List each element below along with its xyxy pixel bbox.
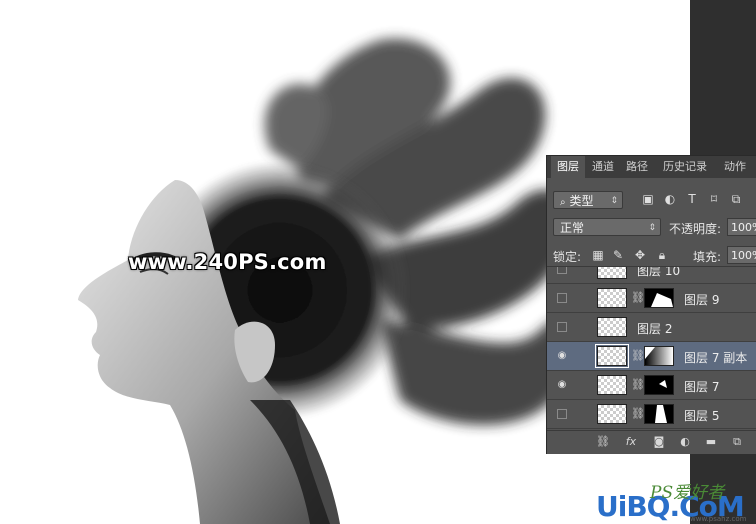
smart-object-filter-icon[interactable]: ⧉ [729, 192, 743, 206]
tab-paths[interactable]: 路径 [621, 156, 653, 178]
tab-actions[interactable]: 动作 [717, 156, 753, 178]
layer-thumbnail [597, 317, 627, 337]
blend-mode-dropdown[interactable]: 正常 ⇕ [553, 218, 661, 236]
fill-label: 填充: [693, 250, 722, 264]
mask-shape [645, 347, 673, 365]
fill-input[interactable]: 100% [727, 246, 756, 264]
opacity-label: 不透明度: [669, 222, 722, 236]
visibility-toggle[interactable] [557, 293, 567, 303]
layer-row[interactable]: 图层 2 [547, 313, 756, 342]
site-logo: UiBQ.CoM PS爱好者 www.psahz.com [590, 478, 756, 524]
add-mask-icon[interactable]: ◙ [651, 435, 667, 449]
layer-thumbnail [597, 288, 627, 308]
layers-list: 图层 10 ⛓︎ 图层 9 图层 2 ◉ ⛓︎ 图层 7 副本 ◉ ⛓︎ 图层 … [547, 266, 756, 431]
layer-thumbnail [597, 404, 627, 424]
blend-mode-value: 正常 [560, 221, 585, 235]
lock-label: 锁定: [553, 250, 582, 264]
adjustment-layer-icon[interactable]: ◐ [677, 435, 693, 449]
chain-link-icon[interactable]: ⛓︎ [631, 349, 645, 362]
visibility-toggle[interactable] [557, 267, 567, 274]
layer-thumbnail [595, 344, 629, 368]
tab-history[interactable]: 历史记录 [657, 156, 713, 178]
group-folder-icon[interactable]: ▬ [703, 435, 719, 449]
mask-shape [645, 405, 673, 423]
layer-name: 图层 7 [684, 380, 720, 394]
link-layers-icon[interactable]: ⛓︎ [595, 435, 611, 449]
fx-icon[interactable]: fx [623, 435, 639, 449]
search-icon: ⌕ [560, 197, 566, 208]
layer-row[interactable]: ⛓︎ 图层 9 [547, 284, 756, 313]
visibility-toggle[interactable] [557, 322, 567, 332]
layer-mask-thumbnail[interactable] [644, 288, 674, 308]
watermark-text: www.240PS.com [128, 250, 327, 274]
lock-position-icon[interactable]: ✥ [633, 248, 647, 262]
layer-row[interactable]: ⛓︎ 图层 5 [547, 400, 756, 429]
layers-panel: 图层 通道 路径 历史记录 动作 ⌕ 类型 ⇕ ▣ ◐ T ⌑ ⧉ 正常 ⇕ 不… [546, 155, 756, 454]
mask-shape [645, 376, 673, 394]
layer-name: 图层 9 [684, 293, 720, 307]
layer-mask-thumbnail[interactable] [644, 346, 674, 366]
layer-mask-thumbnail[interactable] [644, 404, 674, 424]
lock-transparent-pixels-icon[interactable]: ▦ [591, 248, 605, 262]
lock-image-pixels-icon[interactable]: ✎ [611, 248, 625, 262]
layer-row[interactable]: 图层 10 [547, 266, 756, 284]
layer-row-selected[interactable]: ◉ ⛓︎ 图层 7 副本 [547, 342, 756, 371]
chain-link-icon[interactable]: ⛓︎ [631, 378, 645, 391]
type-filter-icon[interactable]: T [685, 192, 699, 206]
panel-tab-bar: 图层 通道 路径 历史记录 动作 [547, 156, 756, 178]
chevron-updown-icon: ⇕ [610, 196, 618, 206]
logo-url-text: www.psahz.com [690, 515, 747, 523]
mask-shape [645, 289, 673, 307]
tab-channels[interactable]: 通道 [587, 156, 619, 178]
layer-name: 图层 2 [637, 322, 673, 336]
opacity-input[interactable]: 100% [727, 218, 756, 236]
filter-kind-value: 类型 [569, 194, 594, 208]
layer-row[interactable]: ◉ ⛓︎ 图层 7 [547, 371, 756, 400]
lock-all-icon[interactable]: 🔒︎ [655, 248, 669, 262]
layer-thumbnail [597, 267, 627, 279]
logo-chinese-text: PS爱好者 [650, 483, 725, 503]
adjustment-filter-icon[interactable]: ◐ [663, 192, 677, 206]
layer-filter-kind-dropdown[interactable]: ⌕ 类型 ⇕ [553, 191, 623, 209]
layer-mask-thumbnail[interactable] [644, 375, 674, 395]
chevron-updown-icon: ⇕ [648, 223, 656, 233]
chain-link-icon[interactable]: ⛓︎ [631, 291, 645, 304]
eye-icon[interactable]: ◉ [555, 379, 569, 391]
tab-layers[interactable]: 图层 [551, 156, 585, 178]
layer-name: 图层 7 副本 [684, 351, 748, 365]
visibility-toggle[interactable] [557, 409, 567, 419]
layer-name: 图层 5 [684, 409, 720, 423]
shape-filter-icon[interactable]: ⌑ [707, 192, 721, 206]
image-filter-icon[interactable]: ▣ [641, 192, 655, 206]
chain-link-icon[interactable]: ⛓︎ [631, 407, 645, 420]
layers-panel-footer: ⛓︎ fx ◙ ◐ ▬ ⧉ [547, 430, 756, 454]
layer-thumbnail [597, 375, 627, 395]
layer-name: 图层 10 [637, 266, 681, 278]
eye-icon[interactable]: ◉ [555, 350, 569, 362]
new-layer-icon[interactable]: ⧉ [729, 435, 745, 449]
